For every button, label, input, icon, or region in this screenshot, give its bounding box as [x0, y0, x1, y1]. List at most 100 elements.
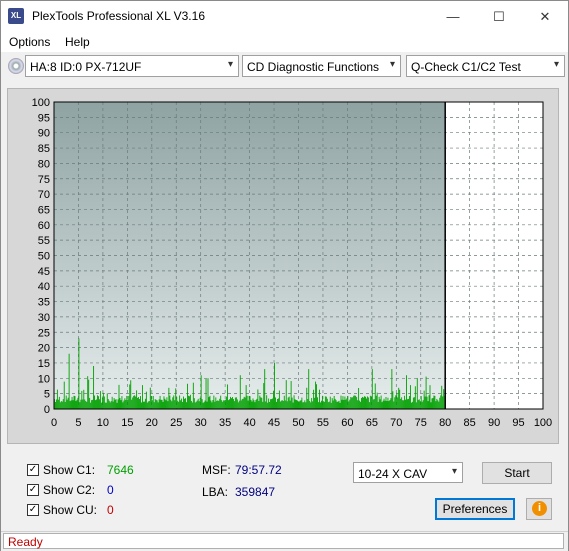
speed-select[interactable]: 10-24 X CAV ▾: [353, 462, 463, 483]
c1-bar: [136, 390, 138, 409]
x-tick-label: 95: [512, 417, 524, 429]
c1-bar: [210, 400, 212, 409]
c1-bar: [247, 400, 249, 409]
show-c2-checkbox[interactable]: ✓: [27, 484, 39, 496]
status-bar: Ready: [1, 531, 568, 551]
c1-bar: [363, 397, 364, 409]
c1-bar: [246, 395, 248, 409]
c1-bar: [180, 400, 182, 409]
c1-bar: [174, 400, 176, 409]
c1-bar: [415, 402, 417, 409]
c1-bar: [98, 396, 99, 409]
c1-bar: [229, 399, 230, 409]
x-tick-label: 65: [366, 417, 378, 429]
c1-bar: [91, 400, 93, 409]
c1-bar: [55, 399, 57, 409]
y-tick-label: 65: [38, 204, 50, 216]
c1-bar: [252, 398, 254, 409]
c1-bar: [254, 402, 256, 409]
c1-bar: [361, 397, 362, 409]
start-button[interactable]: Start: [482, 462, 552, 484]
c1-bar: [301, 397, 303, 409]
c1-bar: [402, 400, 404, 409]
show-cu-checkbox[interactable]: ✓: [27, 504, 39, 516]
y-tick-label: 35: [38, 297, 50, 309]
c1-bar: [95, 400, 96, 409]
c1-bar: [109, 402, 111, 409]
x-tick-label: 35: [219, 417, 231, 429]
c1-bar: [330, 402, 332, 409]
c1-bar: [172, 397, 174, 409]
c1-bar: [92, 399, 94, 409]
c1-bar: [177, 400, 179, 409]
c1-bar: [437, 400, 439, 409]
show-c2-value: 0: [107, 483, 114, 497]
c1-bar: [261, 397, 263, 409]
c1-bar: [277, 398, 279, 409]
x-tick-label: 100: [534, 417, 552, 429]
c1-bar: [392, 391, 394, 409]
c1-bar: [389, 400, 391, 409]
c1-bar: [186, 402, 187, 409]
c1-bar: [167, 401, 169, 409]
c1-bar: [431, 398, 433, 409]
test-select[interactable]: Q-Check C1/C2 Test ▾: [406, 55, 565, 77]
show-c1-checkbox[interactable]: ✓: [27, 464, 39, 476]
c1-bar: [113, 398, 115, 409]
c1-bar: [422, 400, 424, 409]
c1-bar: [65, 395, 67, 409]
c1-bar: [418, 399, 420, 409]
menu-options[interactable]: Options: [9, 35, 50, 49]
c1-bar: [287, 397, 289, 409]
title-bar: XL PlexTools Professional XL V3.16 — ☐ ✕: [1, 1, 568, 32]
maximize-button[interactable]: ☐: [476, 1, 522, 32]
c1-bar: [221, 400, 223, 409]
y-tick-label: 95: [38, 112, 50, 124]
c1-bar: [394, 397, 396, 409]
c1-bar: [77, 397, 79, 409]
c1-bar: [339, 402, 341, 409]
c1-bar: [235, 397, 237, 409]
info-button[interactable]: i: [526, 498, 552, 520]
c1-bar: [245, 385, 247, 409]
c1-bar: [323, 401, 325, 409]
c1-bar: [263, 383, 265, 409]
c1-bar: [115, 399, 117, 409]
info-icon: i: [532, 501, 547, 516]
c1-bar: [69, 401, 71, 409]
preferences-button[interactable]: Preferences: [435, 498, 515, 520]
c1-bar: [282, 400, 284, 409]
drive-select[interactable]: HA:8 ID:0 PX-712UF ▾: [25, 55, 239, 77]
c1-bar: [244, 397, 246, 409]
c1-bar: [110, 401, 112, 409]
msf-label: MSF:: [202, 463, 231, 477]
c1-bar: [368, 402, 370, 409]
c1-bar: [328, 401, 330, 409]
c1-bar: [203, 402, 205, 409]
c1-bar: [290, 381, 292, 409]
minimize-button[interactable]: —: [430, 1, 476, 32]
c1-bar: [67, 397, 69, 409]
c1-bar: [388, 401, 390, 409]
c1-bar: [63, 381, 65, 409]
c1-bar: [198, 401, 200, 409]
c1-bar: [347, 395, 349, 409]
c1-bar: [183, 396, 184, 409]
c1-bar: [377, 401, 379, 409]
c1-bar: [185, 398, 186, 409]
c1-bar: [238, 400, 240, 409]
c1-bar: [121, 396, 123, 409]
c1-bar: [160, 399, 162, 409]
c1-bar: [140, 396, 141, 409]
close-button[interactable]: ✕: [522, 1, 568, 32]
function-select[interactable]: CD Diagnostic Functions ▾: [242, 55, 401, 77]
app-icon: XL: [8, 8, 24, 24]
c1-bar: [304, 400, 306, 409]
c1-bar: [142, 385, 143, 409]
menu-help[interactable]: Help: [65, 35, 90, 49]
show-c2-label: Show C2:: [43, 483, 96, 497]
c1-bar: [164, 398, 166, 409]
x-tick-label: 40: [243, 417, 255, 429]
c1-bar: [336, 401, 338, 409]
c1-bar: [206, 401, 208, 409]
